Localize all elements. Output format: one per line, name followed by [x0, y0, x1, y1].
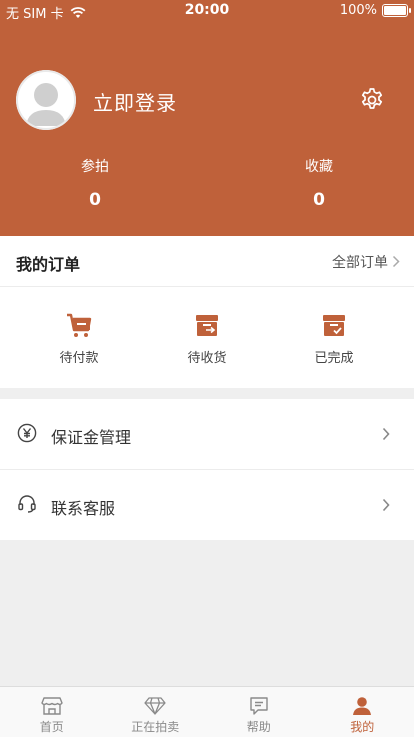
tab-mine[interactable]: 我的 — [311, 687, 414, 737]
chevron-right-icon — [392, 255, 400, 268]
order-pending-receipt[interactable]: 待收货 — [138, 287, 276, 388]
stat-bids-value: 0 — [35, 190, 155, 210]
chevron-right-icon — [382, 498, 390, 512]
tab-auction-label: 正在拍卖 — [104, 718, 208, 735]
user-icon — [351, 696, 373, 716]
stat-favorites[interactable]: 收藏 0 — [259, 156, 379, 210]
login-link[interactable]: 立即登录 — [93, 87, 177, 116]
cart-icon — [65, 311, 93, 339]
tab-home-label: 首页 — [0, 718, 104, 735]
message-icon — [248, 696, 270, 716]
menu-item-support-label: 联系客服 — [51, 495, 115, 519]
tab-help[interactable]: 帮助 — [207, 687, 311, 737]
stat-favorites-value: 0 — [259, 190, 379, 210]
orders-header[interactable]: 我的订单 全部订单 — [0, 236, 414, 287]
battery-percent: 100% — [340, 3, 377, 18]
chevron-right-icon — [382, 427, 390, 441]
order-pending-payment-label: 待付款 — [10, 347, 148, 366]
tab-mine-label: 我的 — [311, 718, 414, 735]
menu-list: 保证金管理 联系客服 — [0, 399, 414, 540]
tab-help-label: 帮助 — [207, 718, 311, 735]
yen-icon — [17, 423, 37, 443]
stat-favorites-label: 收藏 — [259, 156, 379, 176]
order-completed[interactable]: 已完成 — [265, 287, 403, 388]
box-receive-icon — [193, 311, 221, 339]
store-icon — [41, 696, 63, 716]
battery-icon — [382, 4, 408, 17]
order-pending-receipt-label: 待收货 — [138, 347, 276, 366]
headset-icon — [17, 494, 37, 514]
orders-title: 我的订单 — [16, 251, 80, 275]
box-done-icon — [320, 311, 348, 339]
tab-home[interactable]: 首页 — [0, 687, 104, 737]
orders-section: 我的订单 全部订单 待付款 待收货 — [0, 236, 414, 388]
stat-bids[interactable]: 参拍 0 — [35, 156, 155, 210]
menu-item-deposit[interactable]: 保证金管理 — [0, 399, 414, 470]
diamond-icon — [144, 696, 166, 716]
settings-gear-icon[interactable] — [358, 86, 386, 114]
stat-bids-label: 参拍 — [35, 156, 155, 176]
menu-item-support[interactable]: 联系客服 — [0, 470, 414, 540]
tab-auction[interactable]: 正在拍卖 — [104, 687, 208, 737]
order-completed-label: 已完成 — [265, 347, 403, 366]
avatar-placeholder-icon — [16, 70, 76, 130]
profile-header: 无 SIM 卡 20:00 100% 立即登录 参拍 0 收藏 0 — [0, 0, 414, 236]
status-bar: 无 SIM 卡 20:00 100% — [0, 0, 414, 22]
avatar[interactable] — [16, 70, 76, 130]
all-orders-link[interactable]: 全部订单 — [332, 252, 388, 272]
tab-bar: 首页 正在拍卖 帮助 我的 — [0, 686, 414, 737]
order-pending-payment[interactable]: 待付款 — [10, 287, 148, 388]
menu-item-deposit-label: 保证金管理 — [51, 424, 131, 448]
